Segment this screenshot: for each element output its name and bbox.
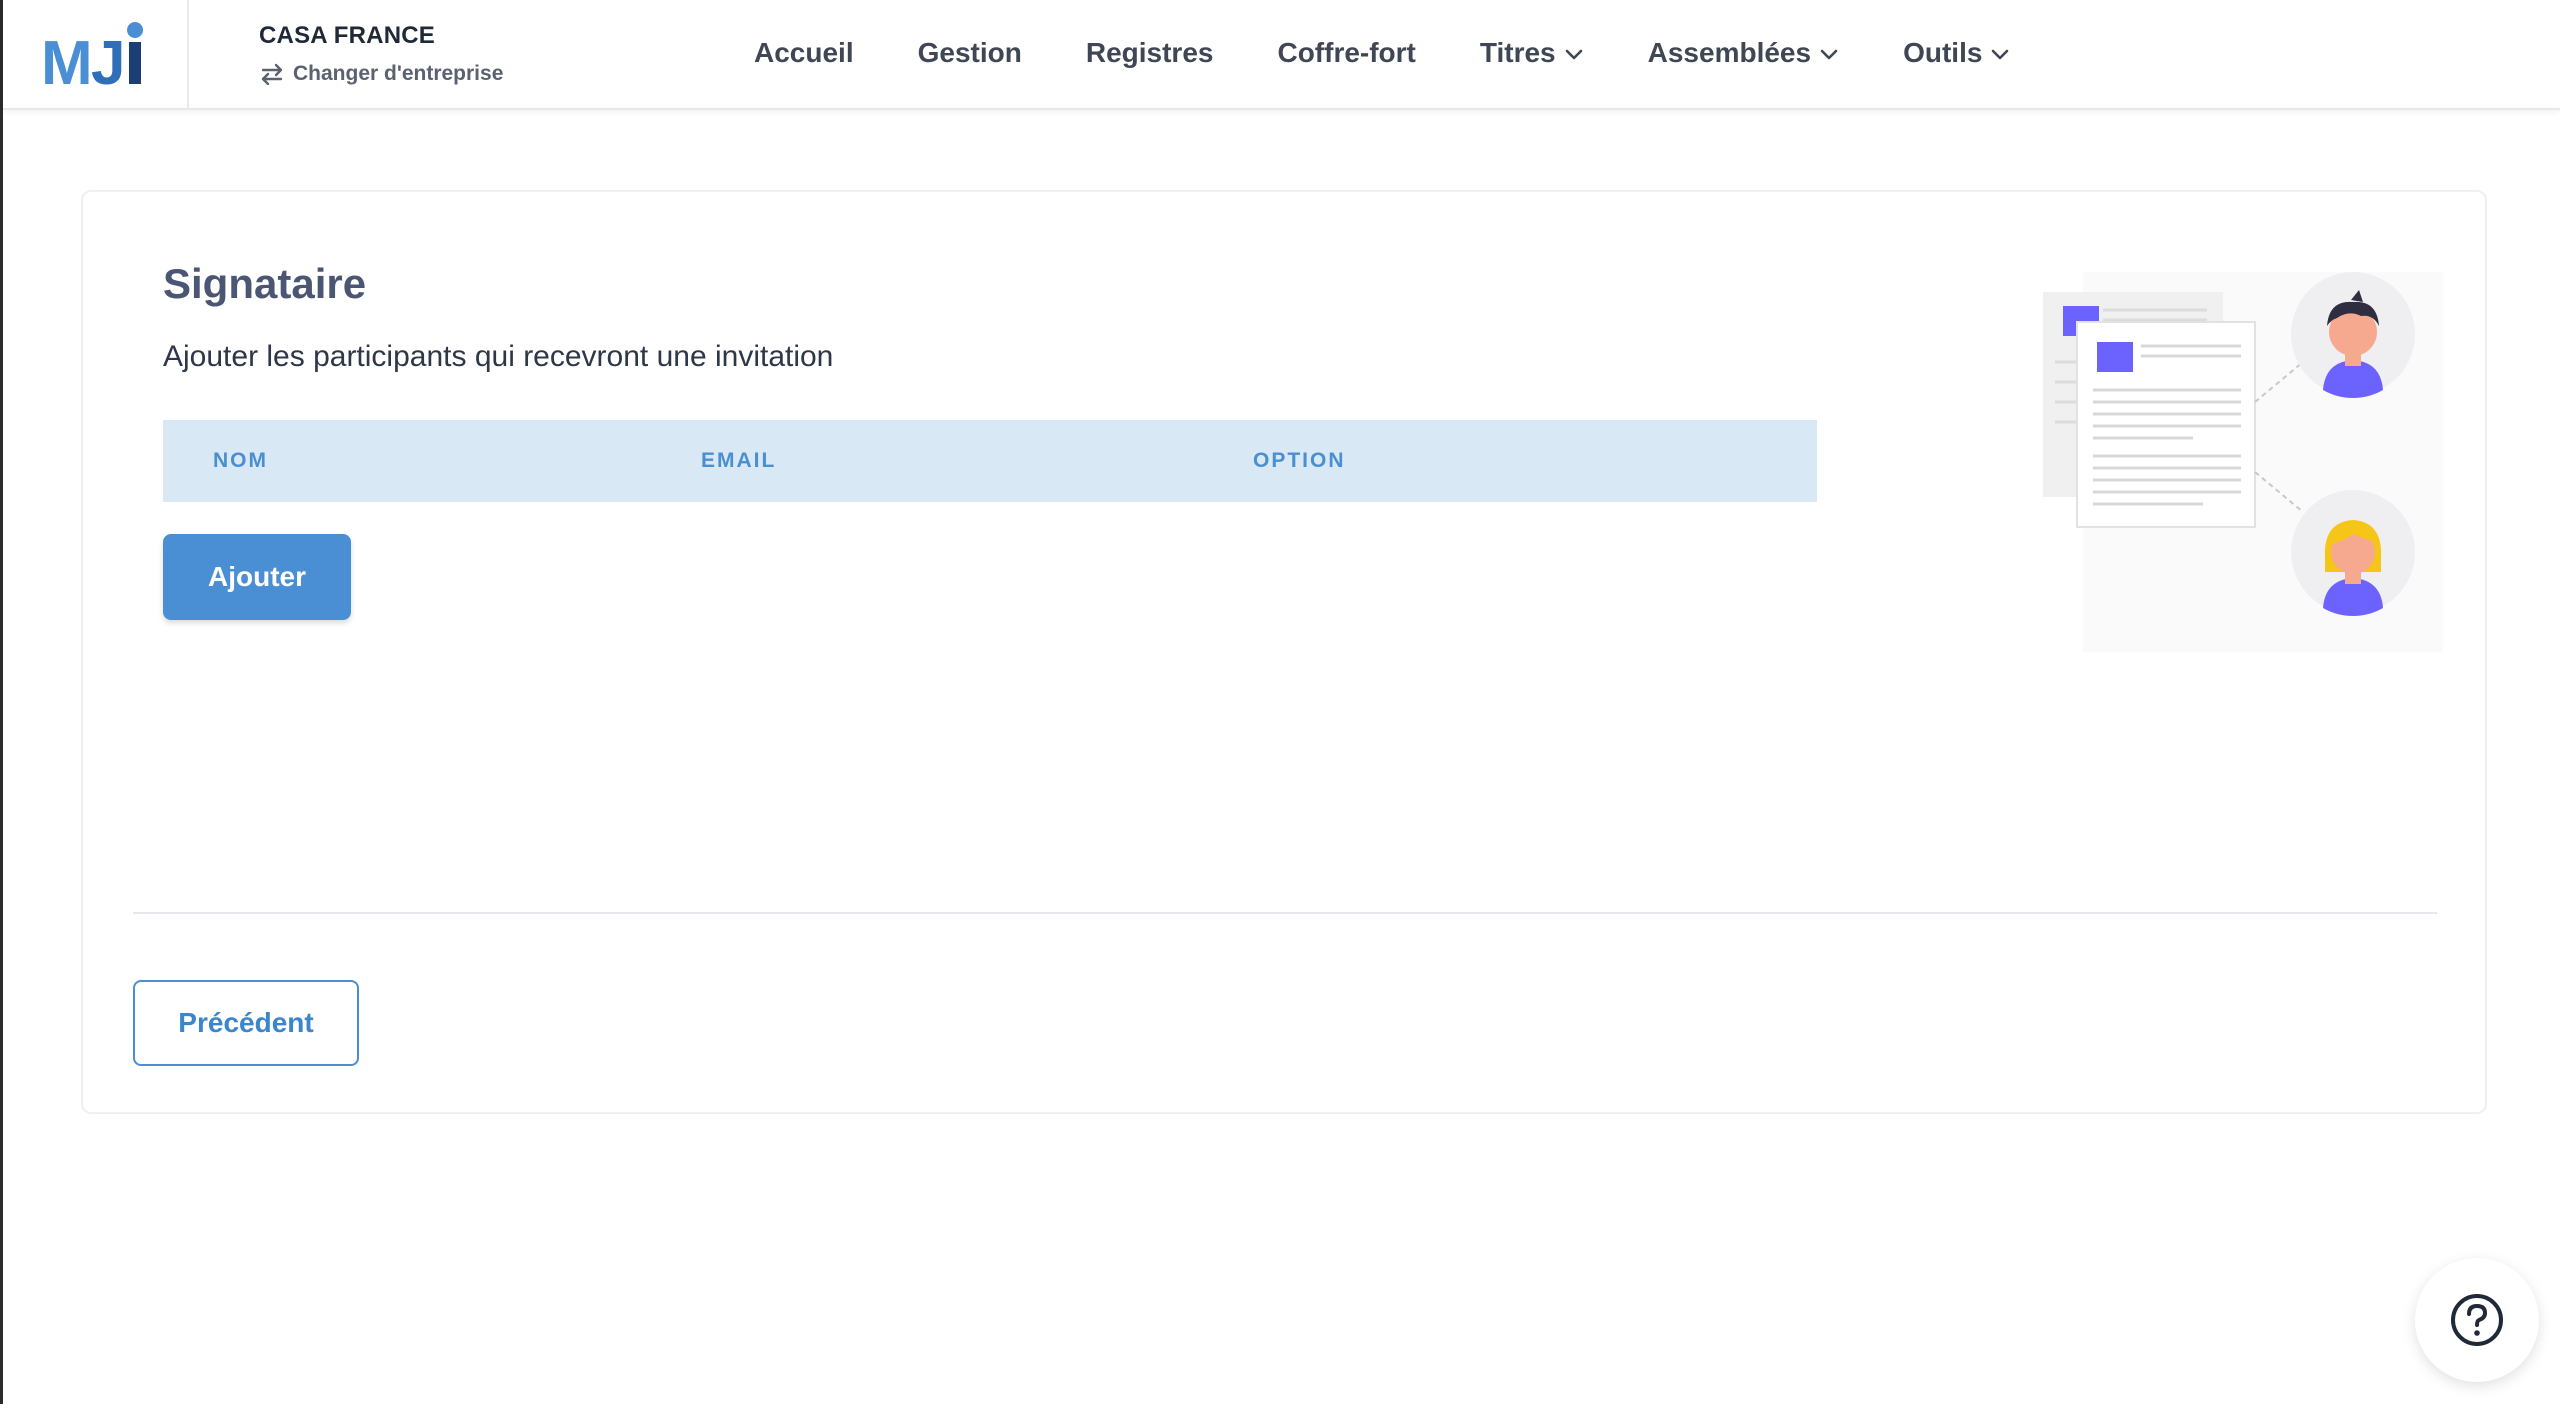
svg-text:M: M [41,29,93,90]
nav-outils[interactable]: Outils [1903,37,2010,69]
nav-coffre-fort[interactable]: Coffre-fort [1277,37,1415,69]
column-header-nom: NOM [213,449,268,472]
nav-label: Titres [1479,37,1556,68]
page-subtitle: Ajouter les participants qui recevront u… [163,340,834,373]
nav-label: Registres [1085,37,1214,68]
signatory-card: Signataire Ajouter les participants qui … [81,190,2487,1114]
column-header-email: EMAIL [701,449,777,472]
switch-company-link[interactable]: Changer d'entreprise [259,62,503,86]
switch-company-label: Changer d'entreprise [293,62,504,85]
swap-arrows-icon [261,63,283,85]
chevron-down-icon [1565,49,1582,60]
nav-label: Gestion [917,37,1022,68]
previous-button[interactable]: Précédent [133,980,359,1066]
add-participant-button[interactable]: Ajouter [163,534,351,620]
nav-gestion[interactable]: Gestion [918,37,1022,69]
logo-container[interactable]: M J [3,0,189,110]
nav-titres[interactable]: Titres [1480,37,1584,69]
section-divider [133,912,2437,914]
company-switcher: CASA FRANCE Changer d'entreprise [259,22,503,86]
signature-illustration [2043,272,2443,652]
main-nav: Accueil Gestion Registres Coffre-fort Ti… [754,0,2074,106]
nav-assemblees[interactable]: Assemblées [1648,37,1839,69]
nav-label: Accueil [754,37,854,68]
chevron-down-icon [1820,49,1838,60]
participants-table-header: NOM EMAIL OPTION [163,420,1817,502]
top-header: M J CASA FRANCE Changer d'entreprise Acc… [3,0,2560,110]
column-header-option: OPTION [1253,449,1346,472]
company-name: CASA FRANCE [259,22,435,49]
nav-accueil[interactable]: Accueil [754,37,854,69]
nav-registres[interactable]: Registres [1086,37,1214,69]
nav-label: Assemblées [1647,37,1812,68]
nav-label: Coffre-fort [1277,37,1416,68]
question-circle-icon [2451,1294,2503,1346]
nav-label: Outils [1903,37,1983,68]
help-button[interactable] [2415,1258,2539,1382]
svg-text:J: J [91,29,125,90]
page-title: Signataire [163,260,367,307]
chevron-down-icon [1992,49,2009,60]
mji-logo[interactable]: M J [41,20,151,90]
